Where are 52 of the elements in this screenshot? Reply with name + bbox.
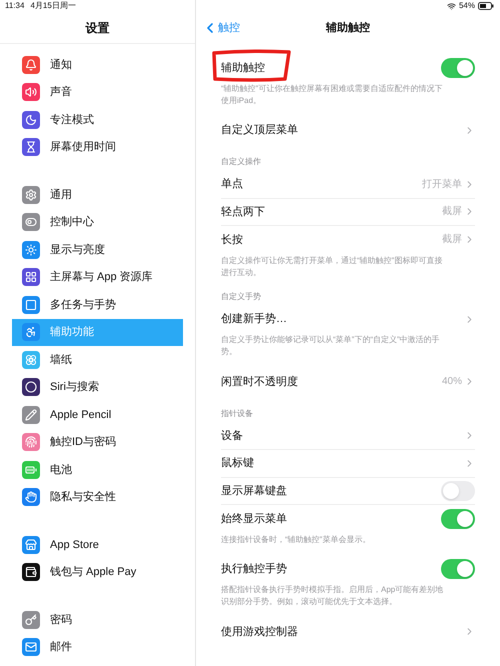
sidebar-item[interactable]: 邮件 [12,634,183,661]
footer-note: 自定义手势让你能够记录可以从“菜单”下的“自定义”中激活的手势。 [221,334,441,358]
sidebar-item[interactable]: 通用 [12,181,183,208]
sidebar-item[interactable]: App Store [12,531,183,558]
sidebar-item[interactable]: 通知 [12,51,183,78]
toggle-switch[interactable] [441,559,475,580]
sidebar-item[interactable]: 电池 [12,456,183,484]
toggle-switch[interactable] [441,58,475,78]
wifi-icon [446,2,456,10]
status-date: 4月15日周一 [30,0,76,12]
settings-row[interactable]: 显示屏幕键盘 [221,478,475,505]
sidebar-item[interactable]: 密码 [12,606,183,634]
battery-icon [478,2,494,10]
status-time: 11:34 [5,0,24,12]
toggle-switch[interactable] [441,480,475,501]
sidebar-item[interactable]: 隐私与安全性 [12,484,183,511]
settings-row[interactable]: 轻点两下 截屏 [221,198,475,226]
sidebar-item[interactable]: 钱包与 Apple Pay [12,558,183,586]
settings-row[interactable]: 自定义顶层菜单 [221,116,475,144]
toggle-switch[interactable] [441,508,475,529]
page-title: 辅助触控 [326,20,370,36]
settings-row[interactable]: 长按 截屏 [221,226,475,254]
footer-note: 搭配指针设备执行手势时模拟手指。启用后，App可能有差别地识别部分手势。例如，滚动可能优先于文本选择。 [221,584,444,608]
section-header: 自定义手势 [221,290,262,302]
sidebar-title: 设置 [86,20,110,36]
settings-row[interactable]: 辅助触控 [221,54,475,82]
settings-row[interactable]: 创建新手势… [221,306,475,333]
settings-row[interactable]: 单点 打开菜单 [221,171,475,198]
settings-row[interactable]: 执行触控手势 [221,556,475,583]
sidebar-item[interactable]: 声音 [12,78,183,106]
sidebar-item[interactable]: 主屏幕与 App 资源库 [12,264,183,291]
sidebar-item[interactable]: 墙纸 [12,346,183,374]
sidebar-item[interactable]: Siri与搜索 [12,374,183,401]
sidebar-item[interactable]: 多任务与手势 [12,291,183,318]
sidebar-item[interactable]: 显示与亮度 [12,236,183,264]
footer-note: 连接指针设备时，“辅助触控”菜单会显示。 [221,534,372,546]
sidebar-item[interactable]: 控制中心 [12,208,183,236]
battery-percent: 54% [458,0,475,12]
settings-row[interactable]: 设备 [221,422,475,450]
section-header: 指针设备 [221,408,254,420]
sidebar-item[interactable]: 专注模式 [12,106,183,134]
settings-row[interactable]: 使用游戏控制器 [221,618,475,646]
section-header: 自定义操作 [221,156,262,168]
settings-row[interactable]: 始终显示菜单 [221,505,475,532]
footer-note: “辅助触控”可让你在触控屏幕有困难或需要自适应配件的情况下使用iPad。 [221,82,444,106]
sidebar-item[interactable]: Apple Pencil [12,401,183,428]
back-button[interactable]: 触控 [202,20,240,36]
settings-row[interactable]: 闲置时不透明度 40% [221,368,475,396]
settings-row[interactable]: 鼠标键 [221,450,475,478]
sidebar-item[interactable]: 屏幕使用时间 [12,134,183,161]
sidebar-item[interactable]: 触控ID与密码 [12,428,183,456]
footer-note: 自定义操作可让你无需打开菜单，通过“辅助触控”图标即可直接进行互动。 [221,254,444,278]
